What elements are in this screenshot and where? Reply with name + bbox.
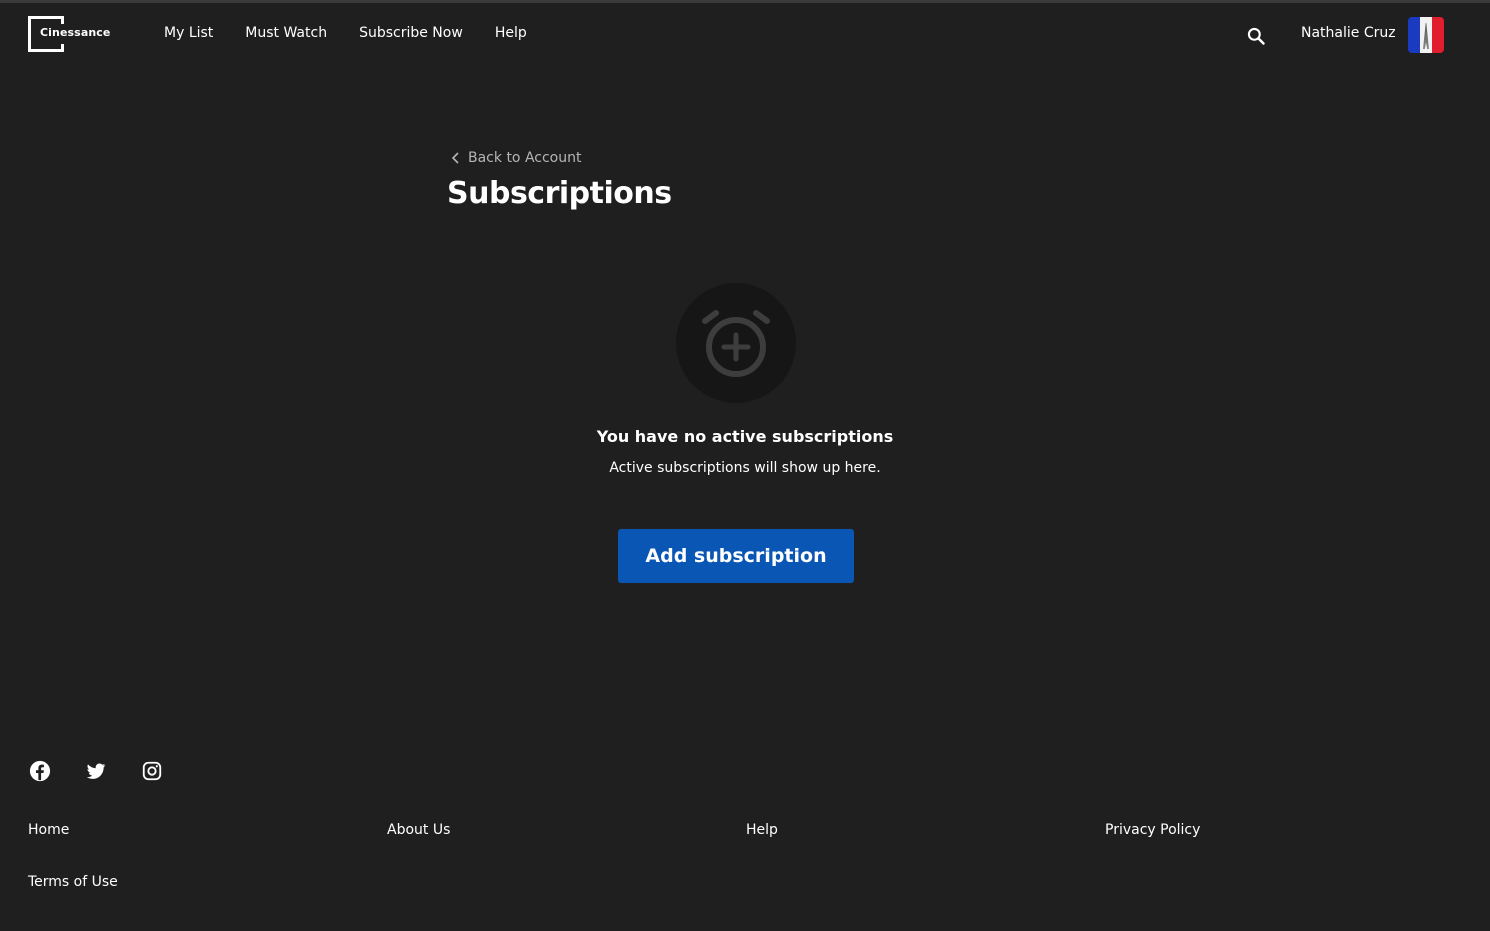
instagram-icon[interactable] — [141, 760, 163, 782]
facebook-icon[interactable] — [29, 760, 51, 782]
main-nav: My List Must Watch Subscribe Now Help — [164, 25, 527, 41]
page: Cinessance My List Must Watch Subscribe … — [0, 0, 1490, 931]
back-link-label: Back to Account — [468, 150, 582, 166]
logo-text: Cinessance — [40, 26, 111, 39]
empty-state-subtitle: Active subscriptions will show up here. — [609, 460, 881, 476]
empty-state-badge — [676, 283, 796, 403]
footer-link-terms-of-use[interactable]: Terms of Use — [28, 874, 118, 890]
avatar[interactable] — [1408, 17, 1444, 53]
nav-subscribe-now[interactable]: Subscribe Now — [359, 25, 463, 41]
footer-link-about-us[interactable]: About Us — [387, 822, 450, 838]
page-title: Subscriptions — [447, 176, 672, 211]
footer-link-help[interactable]: Help — [746, 822, 778, 838]
twitter-icon[interactable] — [85, 760, 107, 782]
nav-my-list[interactable]: My List — [164, 25, 213, 41]
user-name[interactable]: Nathalie Cruz — [1301, 25, 1396, 41]
alarm-add-icon — [702, 310, 770, 377]
chevron-left-icon — [451, 152, 459, 164]
add-subscription-button[interactable]: Add subscription — [618, 529, 854, 583]
back-to-account-link[interactable]: Back to Account — [450, 150, 581, 166]
header: Cinessance My List Must Watch Subscribe … — [0, 3, 1490, 67]
search-icon[interactable] — [1246, 26, 1266, 46]
logo[interactable]: Cinessance — [28, 16, 111, 52]
footer-link-privacy-policy[interactable]: Privacy Policy — [1105, 822, 1200, 838]
empty-state-title: You have no active subscriptions — [596, 427, 894, 446]
footer-link-home[interactable]: Home — [28, 822, 69, 838]
nav-help[interactable]: Help — [495, 25, 527, 41]
nav-must-watch[interactable]: Must Watch — [245, 25, 327, 41]
